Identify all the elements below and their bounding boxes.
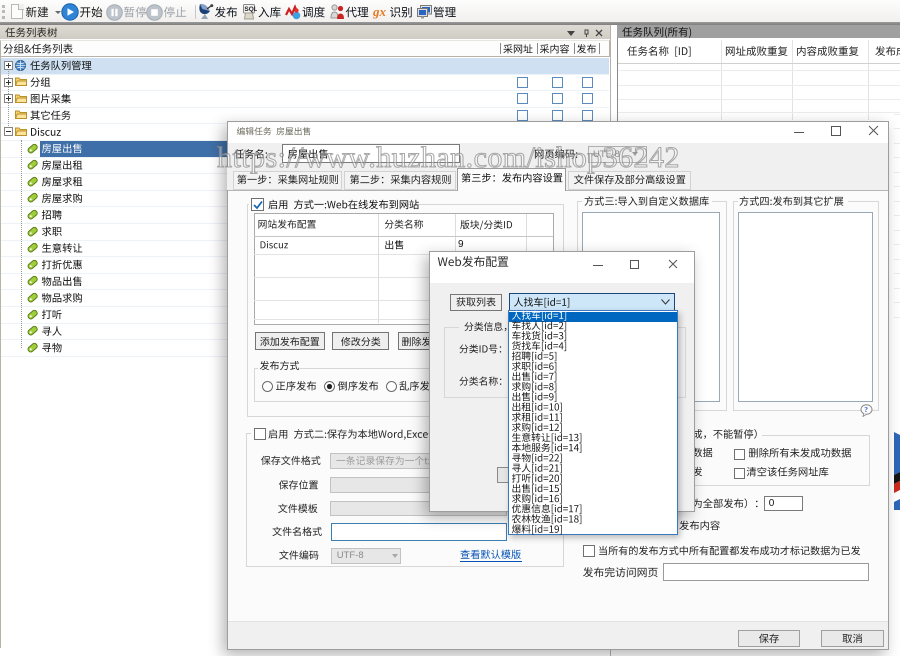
- svg-text:gx: gx: [373, 5, 387, 19]
- svg-text:SQL: SQL: [244, 6, 257, 13]
- svg-text:?: ?: [864, 405, 868, 414]
